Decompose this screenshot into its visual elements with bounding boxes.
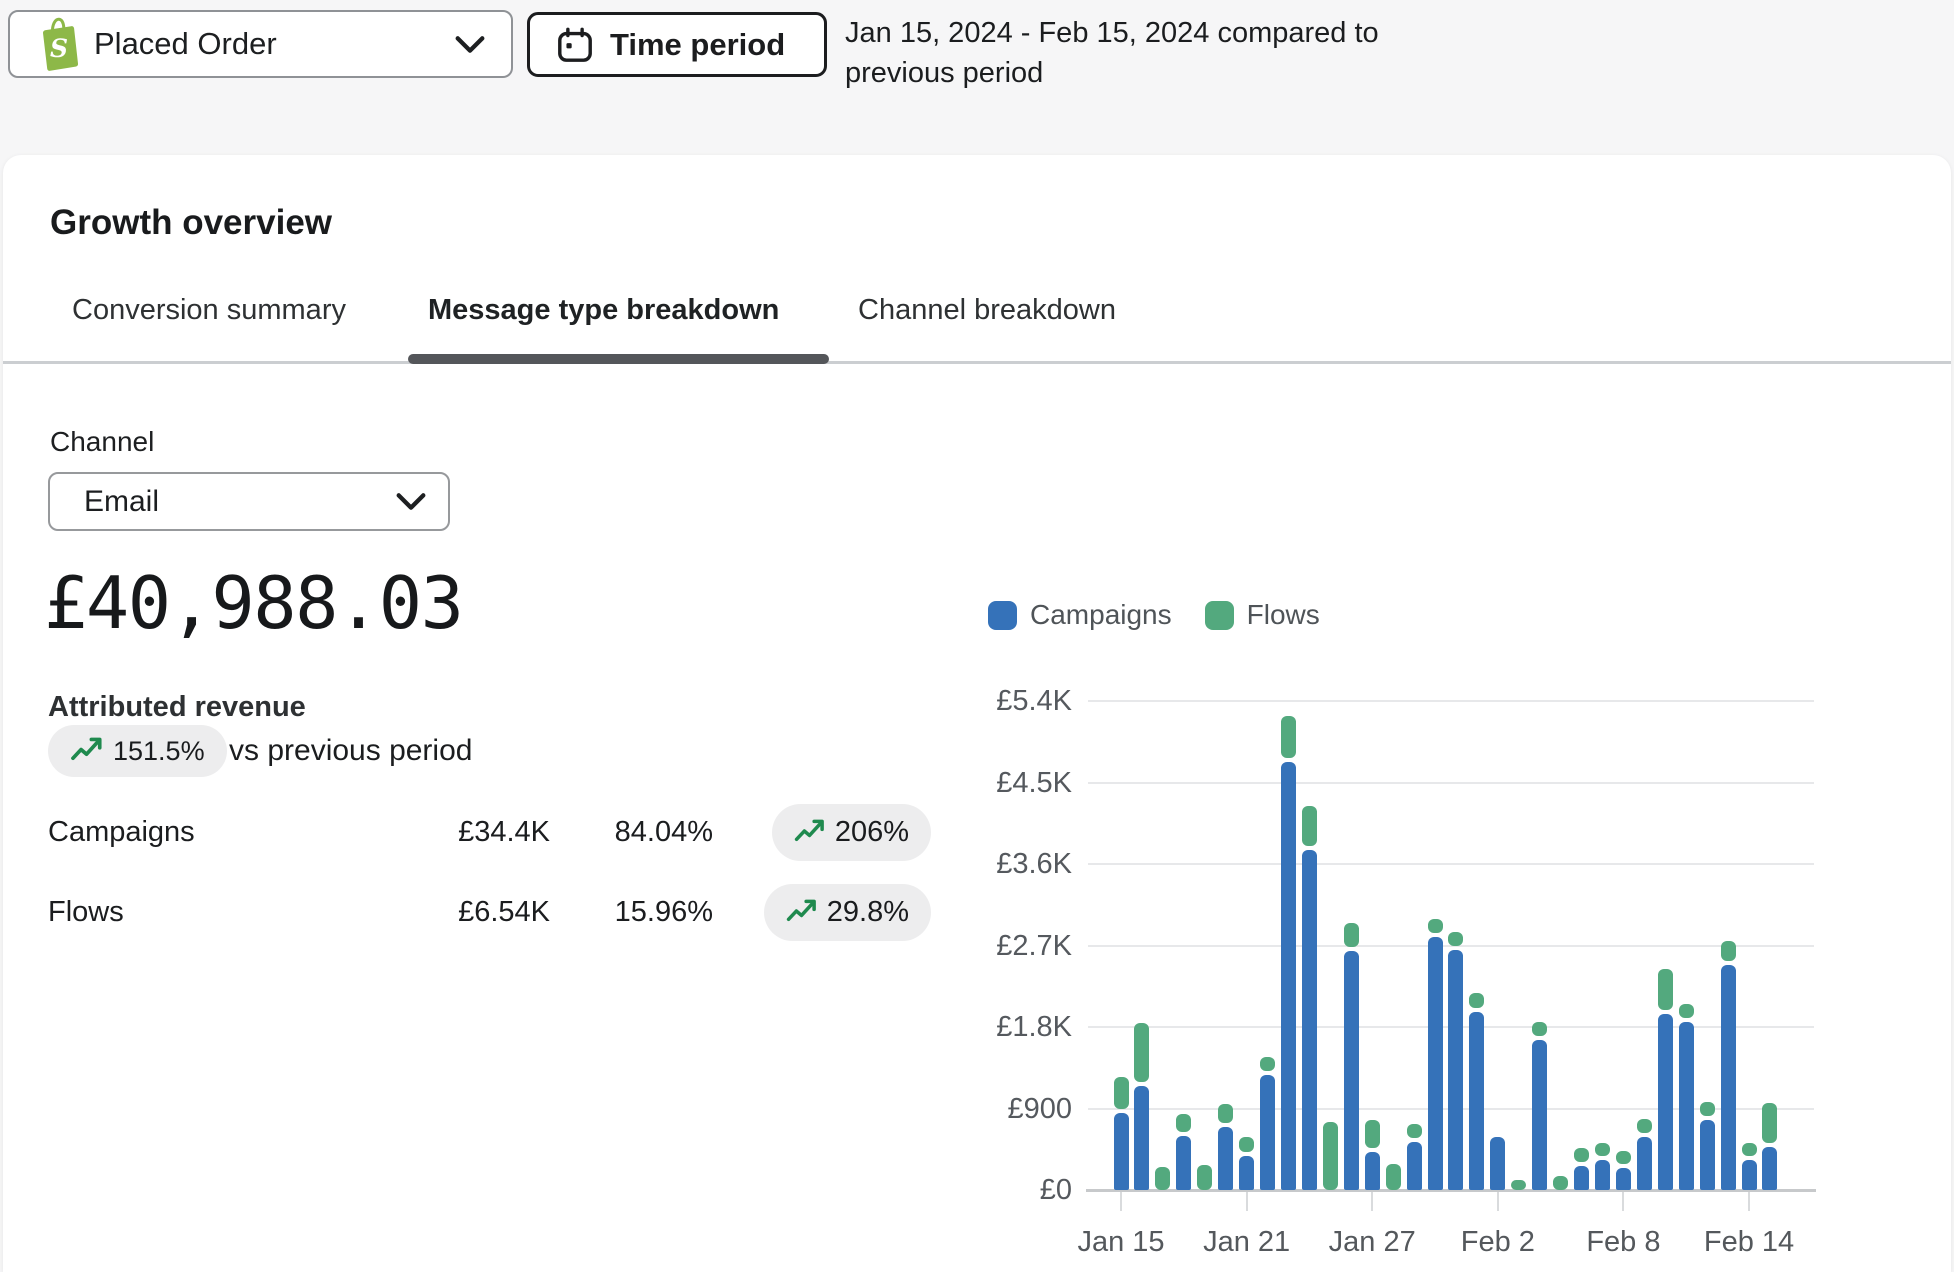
kpi-change-badge: 151.5%: [48, 725, 227, 777]
growth-overview-card: Growth overview Conversion summary Messa…: [3, 155, 1951, 1272]
metric-select-value: Placed Order: [94, 26, 277, 62]
toolbar: S Placed Order Time period Jan 15, 2024 …: [0, 0, 1954, 155]
chart-legend: Campaigns Flows: [988, 599, 1320, 631]
calendar-icon: [556, 26, 594, 64]
stat-share: 84.04%: [563, 804, 713, 861]
kpi-change-suffix: vs previous period: [229, 725, 472, 777]
stat-change-value: 206%: [835, 816, 909, 849]
time-period-button[interactable]: Time period: [527, 12, 827, 77]
tab-message-type-breakdown[interactable]: Message type breakdown: [428, 288, 779, 332]
tab-track: [3, 361, 1951, 364]
legend-label: Campaigns: [1030, 599, 1172, 631]
stat-change-badge: 206%: [772, 804, 931, 861]
shopify-icon: S: [30, 16, 80, 72]
channel-select-value: Email: [84, 485, 159, 519]
date-range-text: Jan 15, 2024 - Feb 15, 2024 compared to …: [845, 13, 1405, 93]
tab-conversion-summary[interactable]: Conversion summary: [72, 288, 346, 332]
kpi-value: £40,988.03: [44, 561, 462, 645]
tab-channel-breakdown[interactable]: Channel breakdown: [858, 288, 1116, 332]
kpi-change-value: 151.5%: [113, 736, 205, 767]
stat-share: 15.96%: [563, 884, 713, 941]
trend-up-icon: [70, 736, 103, 767]
channel-label: Channel: [50, 426, 154, 458]
svg-text:S: S: [50, 34, 68, 63]
stat-value: £34.4K: [303, 804, 550, 861]
stat-label: Flows: [48, 884, 124, 941]
stat-change-badge: 29.8%: [764, 884, 931, 941]
legend-item-campaigns[interactable]: Campaigns: [988, 599, 1172, 631]
kpi-label: Attributed revenue: [48, 691, 306, 724]
channel-select[interactable]: Email: [48, 472, 450, 531]
time-period-label: Time period: [610, 27, 785, 63]
flows-swatch-icon: [1205, 601, 1234, 630]
metric-select[interactable]: S Placed Order: [8, 10, 513, 78]
chevron-down-icon: [396, 492, 426, 511]
campaigns-swatch-icon: [988, 601, 1017, 630]
stat-label: Campaigns: [48, 804, 195, 861]
active-tab-indicator: [408, 354, 829, 364]
legend-label: Flows: [1247, 599, 1320, 631]
page-title: Growth overview: [50, 203, 332, 243]
chevron-down-icon: [455, 35, 485, 54]
trend-up-icon: [786, 898, 817, 928]
trend-up-icon: [794, 818, 825, 848]
stat-row-flows: Flows £6.54K 15.96% 29.8%: [3, 884, 963, 941]
legend-item-flows[interactable]: Flows: [1205, 599, 1320, 631]
stat-row-campaigns: Campaigns £34.4K 84.04% 206%: [3, 804, 963, 861]
stat-value: £6.54K: [303, 884, 550, 941]
stat-change-value: 29.8%: [827, 896, 909, 929]
